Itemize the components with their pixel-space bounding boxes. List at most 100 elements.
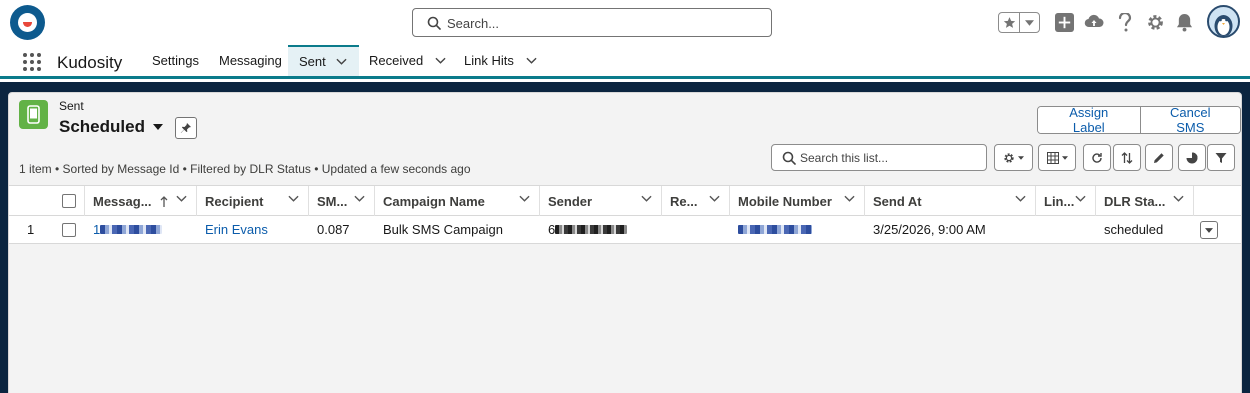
nav-tab-label: Link Hits [464,53,514,68]
column-header-reply[interactable]: Re... [662,186,730,216]
column-label: DLR Sta... [1104,193,1166,209]
list-actions-button-group: Assign Label Cancel SMS [1037,106,1241,134]
column-header-dlr-status[interactable]: DLR Sta... [1096,186,1194,216]
trailhead-cloud-icon[interactable] [1084,12,1104,32]
column-header-mobile-number[interactable]: Mobile Number [730,186,865,216]
global-search-box[interactable] [412,8,772,37]
message-id-link[interactable]: 1 [93,222,163,237]
column-label: Re... [670,193,698,209]
column-header-sender[interactable]: Sender [540,186,662,216]
chevron-down-icon[interactable] [288,195,299,202]
list-view-selector[interactable]: Scheduled [59,117,163,137]
favorites-dropdown-chevron-icon[interactable] [1020,13,1039,32]
column-header-message-id[interactable]: Messag... [85,186,197,216]
edit-list-button[interactable] [1145,144,1173,171]
redacted-message-id [100,225,163,234]
chevron-down-icon[interactable] [1173,195,1184,202]
app-name: Kudosity [57,53,123,72]
column-label: SM... [317,193,348,209]
user-avatar[interactable] [1207,5,1240,38]
column-label: Mobile Number [738,193,832,209]
chevron-down-icon[interactable] [709,195,720,202]
column-label: Lin... [1044,193,1075,209]
app-nav-bar: Kudosity Settings Messaging Sent Receive… [0,45,1250,79]
chevron-down-icon[interactable] [176,195,187,202]
pin-list-view-button[interactable] [175,117,197,139]
cell-dlr-status: scheduled [1104,222,1164,237]
assign-label-button[interactable]: Assign Label [1038,107,1140,133]
chevron-down-icon[interactable] [1075,195,1086,202]
chevron-down-icon[interactable] [844,195,855,202]
table-header-row: Messag... Recipient SM... Campaign Name … [9,185,1241,216]
column-header-recipient[interactable]: Recipient [197,186,309,216]
sort-button[interactable] [1113,144,1141,171]
search-icon [782,151,796,165]
cancel-sms-button[interactable]: Cancel SMS [1139,107,1240,133]
redacted-sender [555,225,628,234]
table-row[interactable]: 1 1 Erin Evans 0.087 Bulk SMS Campaign 6… [9,216,1241,244]
nav-tab-settings[interactable]: Settings [152,45,199,76]
display-as-table-button[interactable] [1038,144,1076,171]
nav-tab-link-hits[interactable]: Link Hits [464,45,537,76]
app-launcher-waffle-icon[interactable] [23,53,41,71]
caret-down-icon[interactable] [152,124,163,130]
cell-recipient[interactable]: Erin Evans [197,216,309,243]
redacted-mobile-number [738,225,812,234]
cell-reply [662,216,730,243]
column-header-sms-cost[interactable]: SM... [309,186,375,216]
global-actions-add-icon[interactable] [1054,12,1074,32]
favorites-button-group[interactable] [998,12,1040,33]
global-header [0,0,1250,45]
nav-tab-sent[interactable]: Sent [288,45,359,76]
pin-icon [180,123,191,133]
pencil-icon [1154,152,1164,163]
table-icon [1046,151,1059,164]
row-actions-header [1194,186,1241,216]
help-question-icon[interactable] [1115,12,1135,32]
row-actions-menu-button[interactable] [1200,221,1218,239]
setup-gear-icon[interactable] [1145,12,1165,32]
row-number: 1 [27,222,35,237]
chevron-down-icon[interactable] [526,57,537,64]
column-header-link-hits[interactable]: Lin... [1036,186,1096,216]
chevron-down-icon[interactable] [435,57,446,64]
filter-funnel-icon [1215,152,1227,163]
list-view-controls-button[interactable] [994,144,1033,171]
column-header-campaign-name[interactable]: Campaign Name [375,186,540,216]
caret-down-icon [1018,155,1024,160]
nav-tab-received[interactable]: Received [369,45,446,76]
kudosity-logo-icon[interactable] [10,5,45,40]
recipient-link[interactable]: Erin Evans [205,222,268,237]
sort-arrows-icon [1121,151,1133,164]
select-all-checkbox[interactable] [62,194,76,208]
refresh-button[interactable] [1083,144,1111,171]
row-number-header [9,186,53,216]
charts-button[interactable] [1178,144,1206,171]
cell-message-id[interactable]: 1 [85,216,197,243]
global-search-input[interactable] [447,13,757,33]
chevron-down-icon[interactable] [336,58,347,65]
records-table: Messag... Recipient SM... Campaign Name … [9,185,1241,393]
list-search-box[interactable] [771,144,987,171]
column-header-send-at[interactable]: Send At [865,186,1036,216]
chevron-down-icon[interactable] [641,195,652,202]
sms-object-icon [19,100,48,129]
cell-mobile-number [730,216,865,243]
pie-chart-icon [1186,152,1198,163]
nav-tab-messaging[interactable]: Messaging [219,45,282,76]
column-label: Recipient [205,193,264,209]
column-label: Campaign Name [383,193,485,209]
chevron-down-icon[interactable] [354,195,365,202]
list-search-input[interactable] [800,149,980,167]
row-select-checkbox[interactable] [62,222,76,237]
chevron-down-icon[interactable] [1015,195,1026,202]
notifications-bell-icon[interactable] [1174,12,1194,32]
cell-link-hits [1036,216,1096,243]
caret-down-icon [1205,227,1213,233]
object-label: Sent [59,99,84,113]
column-label: Send At [873,193,922,209]
chevron-down-icon[interactable] [519,195,530,202]
filters-button[interactable] [1207,144,1235,171]
favorites-star-icon[interactable] [999,13,1020,32]
column-label: Sender [548,193,593,209]
